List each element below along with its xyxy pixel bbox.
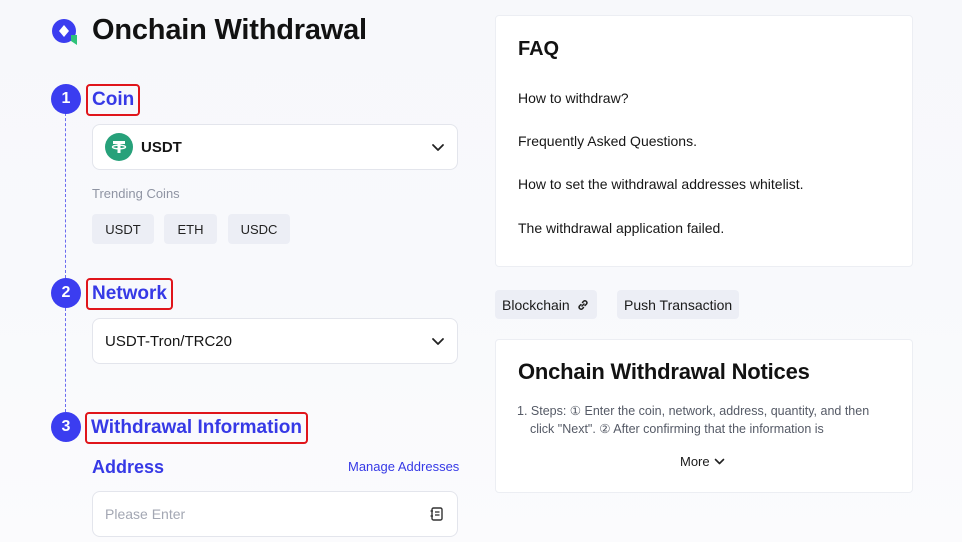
address-label: Address xyxy=(92,457,165,477)
step-number-1: 1 xyxy=(51,84,81,114)
network-select-value: USDT-Tron/TRC20 xyxy=(105,332,232,350)
step-title-withdrawal-information: Withdrawal Information xyxy=(85,412,308,444)
manage-addresses-link[interactable]: Manage Addresses xyxy=(348,459,459,474)
faq-panel: FAQ How to withdraw? Frequently Asked Qu… xyxy=(495,15,913,267)
step-title-coin: Coin xyxy=(86,84,141,116)
notices-line-1: 1. Steps: ① Enter the coin, network, add… xyxy=(517,404,870,418)
page-title: Onchain Withdrawal xyxy=(92,14,367,46)
step-connector xyxy=(65,308,66,412)
address-placeholder: Please Enter xyxy=(105,506,186,522)
faq-title: FAQ xyxy=(518,38,560,60)
chevron-down-icon xyxy=(432,144,444,151)
step-title-network: Network xyxy=(86,278,173,310)
chevron-down-icon xyxy=(714,458,724,465)
faq-item-frequently-asked[interactable]: Frequently Asked Questions. xyxy=(518,133,697,149)
step-number-3: 3 xyxy=(51,412,81,442)
chevron-down-icon xyxy=(432,338,444,345)
faq-item-whitelist[interactable]: How to set the withdrawal addresses whit… xyxy=(518,176,804,192)
more-label: More xyxy=(680,454,710,469)
logo-icon xyxy=(52,19,77,45)
trending-coin-usdt[interactable]: USDT xyxy=(92,214,154,244)
notices-panel: Onchain Withdrawal Notices 1. Steps: ① E… xyxy=(495,339,913,493)
address-book-icon[interactable] xyxy=(429,506,445,522)
notices-title: Onchain Withdrawal Notices xyxy=(518,359,810,384)
step-number-2: 2 xyxy=(51,278,81,308)
coin-select[interactable]: USDT xyxy=(92,124,458,170)
push-transaction-link[interactable]: Push Transaction xyxy=(617,290,740,319)
faq-item-how-to-withdraw[interactable]: How to withdraw? xyxy=(518,90,629,106)
notices-line-2: click "Next". ② After confirming that th… xyxy=(530,422,824,436)
address-input[interactable]: Please Enter xyxy=(92,491,458,537)
step-connector xyxy=(65,113,66,278)
trending-coin-eth[interactable]: ETH xyxy=(164,214,217,244)
link-icon xyxy=(578,299,588,310)
more-button[interactable]: More xyxy=(680,454,725,469)
tether-icon xyxy=(105,133,133,161)
blockchain-link[interactable]: Blockchain xyxy=(495,290,597,319)
blockchain-label: Blockchain xyxy=(502,296,570,313)
trending-coin-usdc[interactable]: USDC xyxy=(228,214,290,244)
coin-select-value: USDT xyxy=(141,138,182,156)
faq-item-application-failed[interactable]: The withdrawal application failed. xyxy=(518,220,724,236)
network-select[interactable]: USDT-Tron/TRC20 xyxy=(92,318,458,364)
trending-coins-label: Trending Coins xyxy=(92,186,180,201)
notices-text: 1. Steps: ① Enter the coin, network, add… xyxy=(517,402,907,438)
